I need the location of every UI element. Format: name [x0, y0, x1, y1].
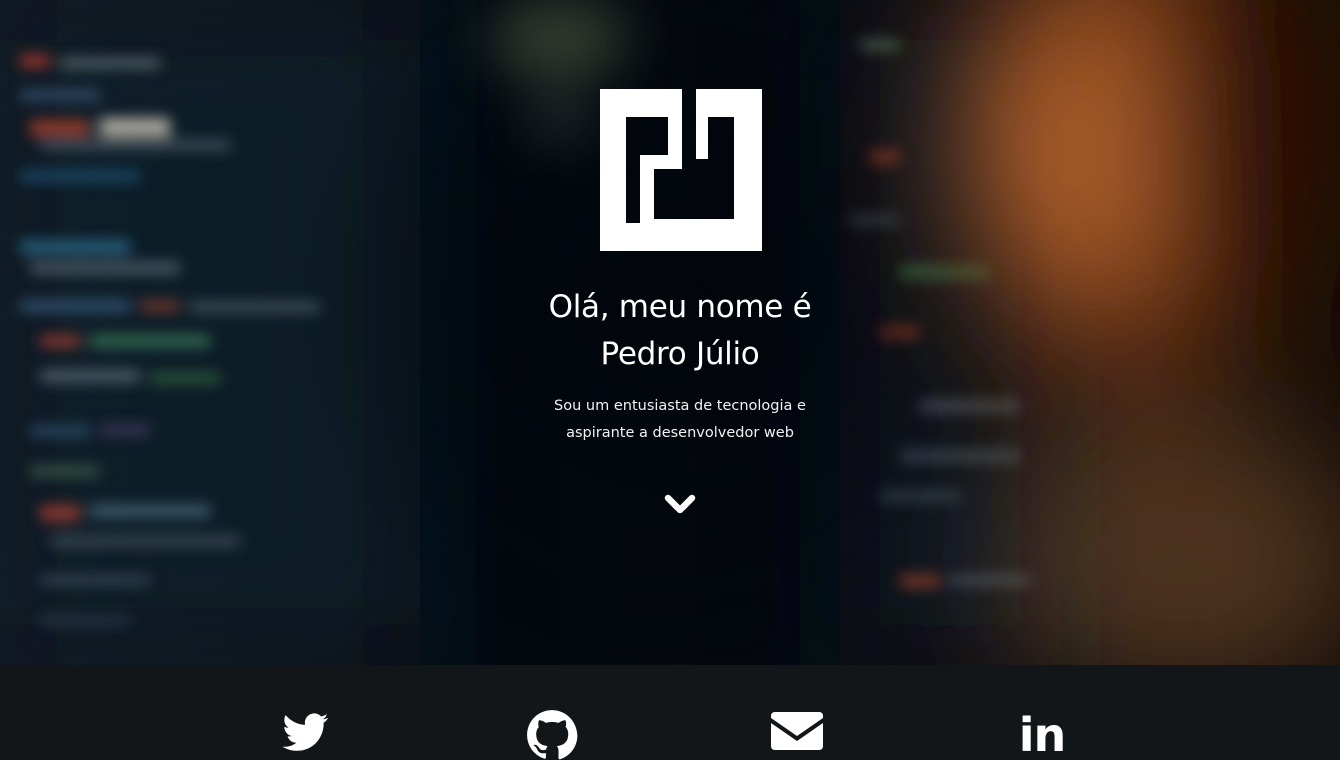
- github-link[interactable]: [526, 709, 582, 760]
- hero-subtitle-line-2: aspirante a desenvolvedor web: [566, 425, 794, 441]
- github-icon: [527, 710, 578, 760]
- chevron-down-icon: [664, 494, 696, 514]
- social-links-bar: in: [0, 665, 1340, 760]
- hero-section: Olá, meu nome é Pedro Júlio Sou um entus…: [0, 0, 1340, 665]
- linkedin-icon: in: [1018, 708, 1067, 760]
- twitter-icon: [282, 713, 329, 751]
- hero-title-line-1: Olá, meu nome é: [548, 289, 812, 325]
- hero-subtitle-line-1: Sou um entusiasta de tecnologia e: [554, 398, 806, 414]
- envelope-icon: [771, 712, 823, 750]
- scroll-down-button[interactable]: [660, 489, 700, 521]
- monogram-logo-icon: [600, 89, 762, 251]
- hero-title-line-2: Pedro Júlio: [600, 336, 760, 372]
- email-link[interactable]: [770, 709, 826, 760]
- hero-title: Olá, meu nome é Pedro Júlio: [470, 284, 890, 378]
- page: Olá, meu nome é Pedro Júlio Sou um entus…: [0, 0, 1340, 760]
- linkedin-link[interactable]: in: [1014, 709, 1070, 760]
- hero-subtitle: Sou um entusiasta de tecnologia e aspira…: [500, 393, 860, 447]
- hero-content: Olá, meu nome é Pedro Júlio Sou um entus…: [0, 0, 1340, 665]
- twitter-link[interactable]: [280, 709, 336, 760]
